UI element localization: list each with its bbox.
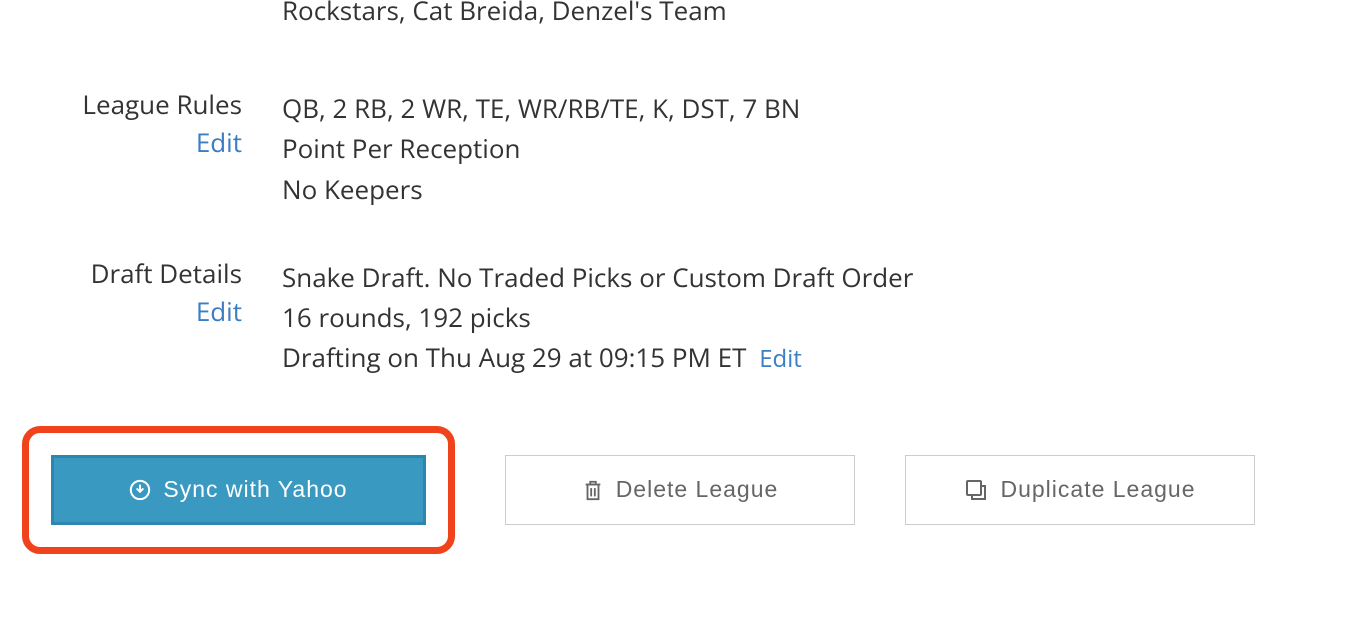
league-rules-edit-link[interactable]: Edit: [0, 124, 242, 160]
draft-details-label: Draft Details: [0, 257, 242, 291]
duplicate-button-label: Duplicate League: [1000, 476, 1195, 503]
sync-icon: [129, 479, 151, 501]
sync-button-label: Sync with Yahoo: [163, 476, 347, 503]
delete-league-button[interactable]: Delete League: [505, 455, 855, 525]
delete-button-label: Delete League: [616, 476, 779, 503]
sync-with-yahoo-button[interactable]: Sync with Yahoo: [51, 455, 426, 525]
keepers-setting: No Keepers: [282, 169, 1372, 209]
sync-highlight-box: Sync with Yahoo: [22, 426, 455, 554]
roster-positions: QB, 2 RB, 2 WR, TE, WR/RB/TE, K, DST, 7 …: [282, 88, 1372, 128]
scoring-format: Point Per Reception: [282, 128, 1372, 168]
draft-rounds: 16 rounds, 192 picks: [282, 297, 1372, 337]
draft-details-section: Draft Details Edit Snake Draft. No Trade…: [0, 257, 1372, 378]
draft-type: Snake Draft. No Traded Picks or Custom D…: [282, 257, 1372, 297]
draft-date: Drafting on Thu Aug 29 at 09:15 PM ET: [282, 339, 746, 375]
duplicate-icon: [964, 478, 988, 502]
league-rules-section: League Rules Edit QB, 2 RB, 2 WR, TE, WR…: [0, 88, 1372, 209]
truncated-teams-text: Rockstars, Cat Breida, Denzel's Team: [282, 0, 727, 28]
duplicate-league-button[interactable]: Duplicate League: [905, 455, 1255, 525]
trash-icon: [582, 478, 604, 502]
league-rules-label: League Rules: [0, 88, 242, 122]
draft-details-edit-link[interactable]: Edit: [0, 293, 242, 329]
draft-date-edit-link[interactable]: Edit: [759, 342, 802, 375]
